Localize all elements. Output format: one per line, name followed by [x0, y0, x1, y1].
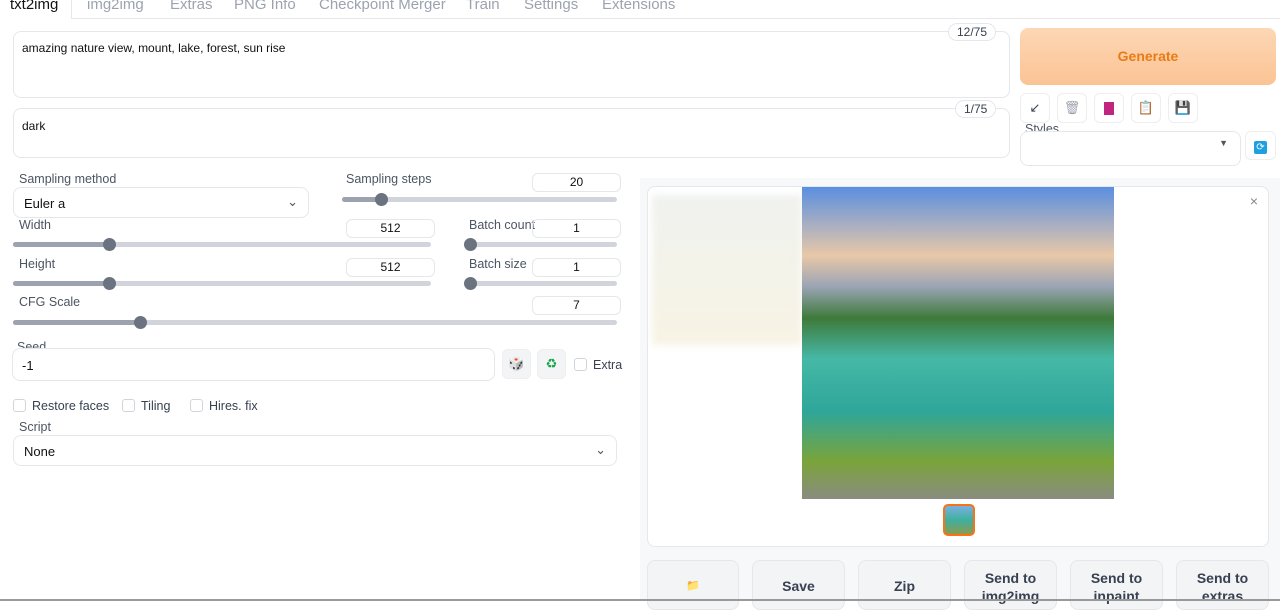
- send-to-extras-button[interactable]: Send to extras: [1176, 560, 1269, 610]
- tiling-checkbox[interactable]: [122, 399, 135, 412]
- send-to-img2img-button[interactable]: Send to img2img: [964, 560, 1057, 610]
- slider-handle[interactable]: [133, 316, 147, 329]
- batch-count-label: Batch count: [469, 218, 536, 232]
- send-to-inpaint-button[interactable]: Send to inpaint: [1070, 560, 1163, 610]
- batch-size-input[interactable]: 1: [532, 258, 621, 277]
- tab-txt2img[interactable]: txt2img: [10, 0, 58, 13]
- prompt-text: amazing nature view, mount, lake, forest…: [22, 41, 286, 55]
- refresh-icon: ⟳: [1254, 141, 1267, 154]
- slider-handle[interactable]: [103, 238, 117, 251]
- seed-value: -1: [22, 358, 34, 373]
- hires-fix-checkbox[interactable]: [190, 399, 203, 412]
- batch-size-label: Batch size: [469, 257, 527, 271]
- generate-button[interactable]: Generate: [1020, 28, 1276, 85]
- sampling-method-dropdown[interactable]: Euler a ⌄: [13, 187, 309, 218]
- tab-train[interactable]: Train: [466, 0, 500, 13]
- sampling-method-label: Sampling method: [19, 172, 117, 186]
- sampling-steps-input[interactable]: 20: [532, 173, 621, 192]
- tab-img2img[interactable]: img2img: [87, 0, 144, 13]
- save-icon[interactable]: 💾: [1168, 93, 1198, 123]
- slider-handle[interactable]: [374, 193, 388, 206]
- slider-fill: [13, 242, 110, 247]
- tab-png-info[interactable]: PNG Info: [234, 0, 296, 13]
- chevron-down-icon: ⌄: [595, 442, 606, 457]
- tiling-label: Tiling: [141, 399, 171, 413]
- image-icon[interactable]: [1094, 93, 1124, 123]
- width-slider[interactable]: [13, 238, 431, 251]
- restore-faces-checkbox[interactable]: [13, 399, 26, 412]
- dropdown-arrow-icon: ▼: [1219, 138, 1228, 148]
- width-label: Width: [19, 218, 51, 232]
- negative-token-counter: 1/75: [955, 100, 997, 118]
- recycle-icon[interactable]: ♻: [537, 349, 566, 379]
- batch-size-slider[interactable]: [464, 277, 617, 290]
- generated-image[interactable]: [802, 187, 1114, 499]
- batch-count-input[interactable]: 1: [532, 219, 621, 238]
- negative-prompt-text: dark: [22, 119, 46, 133]
- styles-dropdown[interactable]: ▼: [1020, 131, 1241, 166]
- arrow-icon[interactable]: ↙: [1020, 93, 1050, 123]
- previous-image-blur: [652, 195, 802, 345]
- negative-prompt-input[interactable]: dark: [13, 108, 1010, 158]
- height-slider[interactable]: [13, 277, 431, 290]
- script-value: None: [24, 444, 56, 459]
- height-label: Height: [19, 257, 56, 271]
- prompt-input[interactable]: amazing nature view, mount, lake, forest…: [13, 31, 1010, 98]
- clipboard-icon[interactable]: 📋: [1131, 93, 1161, 123]
- close-icon[interactable]: ×: [1250, 193, 1258, 209]
- tab-checkpoint-merger[interactable]: Checkpoint Merger: [319, 0, 446, 13]
- batch-count-slider[interactable]: [464, 238, 617, 251]
- sampling-method-value: Euler a: [24, 196, 66, 211]
- script-dropdown[interactable]: None ⌄: [13, 435, 617, 466]
- cfg-scale-slider[interactable]: [13, 316, 617, 329]
- script-label: Script: [19, 420, 51, 434]
- tab-extensions[interactable]: Extensions: [602, 0, 675, 13]
- height-input[interactable]: 512: [346, 258, 435, 277]
- zip-button[interactable]: Zip: [858, 560, 951, 610]
- width-input[interactable]: 512: [346, 219, 435, 238]
- save-button[interactable]: Save: [752, 560, 845, 610]
- slider-handle[interactable]: [464, 277, 477, 290]
- slider-fill: [13, 281, 110, 286]
- sampling-steps-slider[interactable]: [342, 193, 617, 206]
- seed-input[interactable]: -1: [12, 348, 495, 381]
- slider-handle[interactable]: [103, 277, 117, 290]
- cfg-scale-label: CFG Scale: [19, 295, 81, 309]
- sampling-steps-label: Sampling steps: [346, 172, 432, 186]
- tab-settings[interactable]: Settings: [524, 0, 578, 13]
- restore-faces-label: Restore faces: [32, 399, 110, 413]
- cfg-scale-input[interactable]: 7: [532, 296, 621, 315]
- prompt-token-counter: 12/75: [948, 23, 997, 41]
- slider-fill: [13, 320, 140, 325]
- extra-checkbox[interactable]: [574, 358, 587, 371]
- refresh-styles-button[interactable]: ⟳: [1245, 131, 1276, 160]
- folder-icon: 📁: [686, 580, 700, 592]
- tab-extras[interactable]: Extras: [170, 0, 213, 13]
- thumbnail[interactable]: [943, 504, 975, 536]
- dice-icon[interactable]: 🎲: [502, 349, 531, 379]
- open-folder-button[interactable]: 📁: [647, 560, 739, 610]
- trash-icon[interactable]: 🗑: [1057, 93, 1087, 123]
- hires-fix-label: Hires. fix: [209, 399, 258, 413]
- slider-handle[interactable]: [464, 238, 477, 251]
- extra-label: Extra: [593, 358, 623, 372]
- chevron-down-icon: ⌄: [287, 194, 298, 209]
- output-gallery: ×: [647, 186, 1269, 547]
